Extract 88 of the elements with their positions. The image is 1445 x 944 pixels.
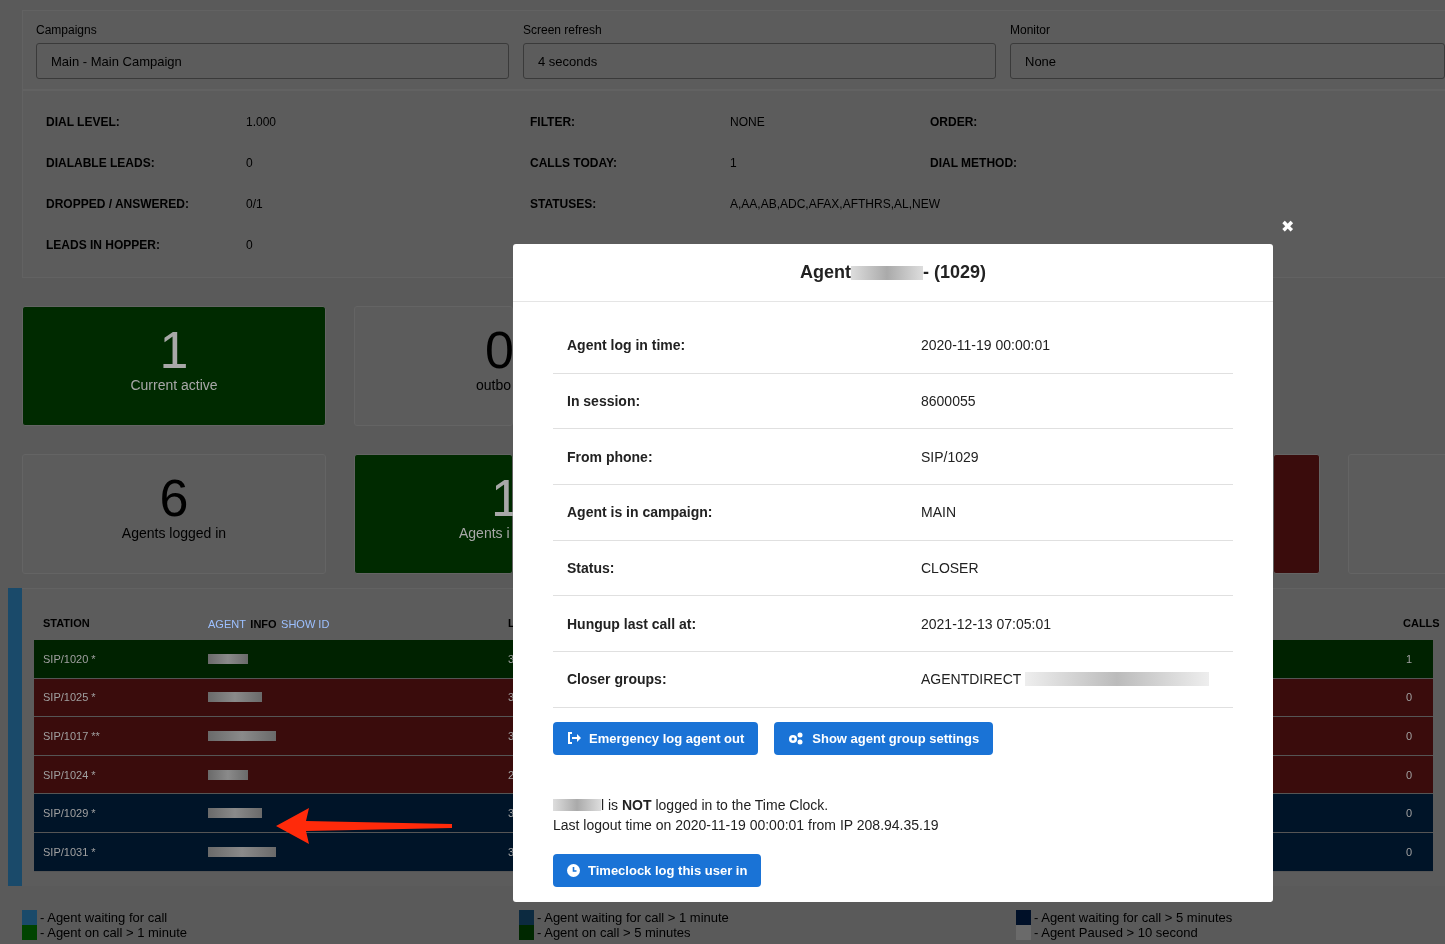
stat-caption: outbo <box>476 377 512 393</box>
table-row[interactable]: 0 <box>1273 794 1433 833</box>
table-row[interactable]: 1 <box>1273 640 1433 679</box>
logout-icon <box>567 732 581 745</box>
detail-value: AGENTDIRECT <box>921 671 1022 688</box>
table-cell: 0 <box>1406 768 1413 781</box>
table-cell: SIP/1029 * <box>43 807 96 820</box>
stat-label: DIAL METHOD: <box>930 155 1018 170</box>
stat-caption: Agents logged in <box>121 525 227 541</box>
gears-icon <box>788 731 805 745</box>
legend-label: - Agent waiting for call <box>40 910 168 925</box>
timeclock-notice: l is NOT logged in to the Time Clock. <box>601 796 829 813</box>
legend-label: - Agent waiting for call > 5 minutes <box>1034 910 1233 925</box>
stat-value: A,AA,AB,ADC,AFAX,AFTHRS,AL,NEW <box>730 196 941 211</box>
field-label: Campaigns <box>36 23 98 37</box>
stat-value: 1 <box>730 155 737 170</box>
detail-value: 2020-11-19 00:00:01 <box>921 337 1050 354</box>
stat-label: LEADS IN HOPPER: <box>46 237 160 252</box>
detail-label: From phone: <box>567 448 653 465</box>
stat-value: 1.000 <box>246 114 277 129</box>
table-row[interactable]: 0 <box>1273 717 1433 756</box>
dialog-title: - (1029) <box>923 262 986 283</box>
detail-value: CLOSER <box>921 560 979 577</box>
stat-value: 0/1 <box>246 196 263 211</box>
stat-label: DIAL LEVEL: <box>46 114 120 129</box>
detail-value: MAIN <box>921 504 956 521</box>
table-cell: SIP/1025 * <box>43 691 96 704</box>
detail-label: Agent log in time: <box>567 337 686 354</box>
table-cell: 0 <box>1406 845 1413 858</box>
action-button[interactable]: Show agent group settings <box>774 721 994 755</box>
table-row[interactable]: 0 <box>1273 755 1433 795</box>
stat-label: DROPPED / ANSWERED: <box>46 196 189 211</box>
dialog-title: Agent <box>800 262 851 283</box>
table-cell: 1 <box>1406 652 1413 665</box>
detail-value: 8600055 <box>921 393 976 410</box>
detail-value: 2021-12-13 07:05:01 <box>921 615 1051 632</box>
stat-caption: Agents i <box>459 525 510 541</box>
legend-label: - Agent waiting for call > 1 minute <box>537 910 729 925</box>
stat-caption: Current active <box>130 377 218 393</box>
stat-label: STATUSES: <box>530 196 597 211</box>
legend-label: - Agent on call > 5 minutes <box>537 925 691 940</box>
redacted-name <box>208 653 248 664</box>
stat-value: 0 <box>246 237 253 252</box>
field-label: Screen refresh <box>523 23 603 37</box>
table-row[interactable]: 0 <box>1273 832 1433 872</box>
table-cell: SIP/1020 * <box>43 652 96 665</box>
legend-label: - Agent Paused > 10 second <box>1034 925 1198 940</box>
stat-label: ORDER: <box>930 114 978 129</box>
stat-number: 0 <box>485 321 514 379</box>
clock-icon <box>567 863 580 877</box>
stat-label: CALLS TODAY: <box>530 155 618 170</box>
detail-label: Hungup last call at: <box>567 615 697 632</box>
redacted-name <box>208 692 262 703</box>
table-cell: SIP/1024 * <box>43 768 96 781</box>
stat-label: FILTER: <box>530 114 576 129</box>
detail-label: Agent is in campaign: <box>567 504 713 521</box>
action-button[interactable]: Emergency log agent out <box>553 721 759 755</box>
legend-label: - Agent on call > 1 minute <box>40 925 188 940</box>
close-button[interactable]: ✖ <box>1281 217 1294 236</box>
detail-label: Status: <box>567 560 615 577</box>
redacted-name <box>208 808 262 819</box>
stat-value: NONE <box>730 114 765 129</box>
table-cell: 0 <box>1406 807 1413 820</box>
table-cell: SIP/1017 ** <box>43 730 100 742</box>
redacted-name <box>208 731 276 741</box>
column-header: CALLS <box>1403 617 1440 629</box>
redacted-name <box>208 769 248 780</box>
table-row[interactable]: SIP/1024 * 2 <box>34 755 513 795</box>
redacted-name <box>208 846 276 857</box>
detail-value: SIP/1029 <box>921 448 979 465</box>
stat-value: 0 <box>246 155 253 170</box>
table-cell: 2 <box>508 768 515 781</box>
table-cell: 0 <box>1406 691 1413 704</box>
column-header: STATION <box>43 617 90 629</box>
table-row[interactable]: 0 <box>1273 678 1433 718</box>
timeclock-button[interactable]: Timeclock log this user in <box>553 853 762 887</box>
field-label: Monitor <box>1010 23 1051 37</box>
stat-number: 1 <box>159 321 189 379</box>
last-logout-text: Last logout time on 2020-11-19 00:00:01 from IP 208.94.35.19 <box>553 816 939 833</box>
detail-label: In session: <box>567 393 641 410</box>
redacted-name <box>851 265 923 280</box>
table-cell: SIP/1031 * <box>43 845 96 858</box>
stat-label: DIALABLE LEADS: <box>46 155 155 170</box>
column-header: AGENT INFO SHOW ID <box>208 617 330 632</box>
redacted-name <box>553 798 601 811</box>
table-cell: 0 <box>1406 730 1413 742</box>
stat-number: 6 <box>159 469 189 527</box>
detail-label: Closer groups: <box>567 671 667 688</box>
